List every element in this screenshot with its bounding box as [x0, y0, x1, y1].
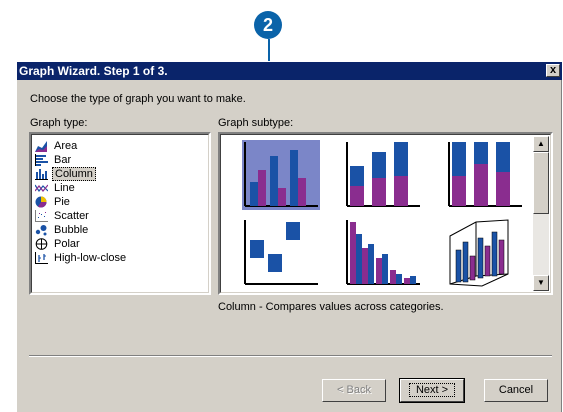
graph-type-label: Pie — [54, 196, 70, 208]
chevron-up-icon: ▲ — [537, 139, 545, 148]
cancel-button[interactable]: Cancel — [484, 379, 548, 402]
bar-chart-icon — [35, 154, 48, 166]
scroll-thumb[interactable] — [533, 152, 549, 214]
graph-type-item-area[interactable]: Area — [34, 139, 209, 153]
subtype-scrollbar[interactable]: ▲ ▼ — [533, 136, 549, 291]
graph-wizard-dialog: Graph Wizard. Step 1 of 3. x Choose the … — [16, 61, 562, 412]
area-chart-icon — [35, 141, 47, 152]
dialog-title: Graph Wizard. Step 1 of 3. — [19, 64, 168, 78]
graph-type-label: High-low-close — [54, 252, 127, 264]
back-button[interactable]: < Back — [322, 379, 386, 402]
graph-type-label: Area — [54, 140, 78, 152]
graph-type-label: Graph type: — [30, 117, 88, 129]
title-bar: Graph Wizard. Step 1 of 3. x — [17, 62, 562, 80]
graph-type-label: Line — [54, 182, 75, 194]
graph-subtype-label: Graph subtype: — [218, 117, 294, 129]
graph-type-label: Polar — [54, 238, 80, 250]
pie-chart-icon — [35, 196, 47, 208]
divider-highlight — [29, 356, 552, 357]
line-chart-icon — [35, 184, 48, 193]
graph-type-item-pie[interactable]: Pie — [34, 195, 209, 209]
graph-type-label: Bar — [54, 154, 72, 166]
subtype-3d-column[interactable] — [446, 218, 524, 288]
high-low-close-icon — [35, 252, 48, 264]
bubble-chart-icon — [35, 225, 47, 236]
subtype-clustered-column[interactable] — [242, 140, 320, 210]
graph-type-item-scatter[interactable]: Scatter — [34, 209, 209, 223]
graph-type-label: Bubble — [54, 224, 89, 236]
graph-type-item-line[interactable]: Line — [34, 181, 209, 195]
graph-type-label: Column — [52, 167, 96, 181]
subtype-floating-column[interactable] — [242, 218, 320, 288]
graph-type-item-column[interactable]: Column — [34, 167, 209, 181]
scroll-down-button[interactable]: ▼ — [533, 275, 549, 291]
graph-type-item-bar[interactable]: Bar — [34, 153, 209, 167]
scatter-chart-icon — [35, 210, 48, 222]
graph-type-item-high-low-close[interactable]: High-low-close — [34, 251, 209, 265]
subtype-description: Column - Compares values across categori… — [218, 301, 444, 313]
polar-chart-icon — [35, 238, 48, 250]
chevron-down-icon: ▼ — [537, 278, 545, 287]
graph-subtype-gallery[interactable]: ▲ ▼ — [218, 132, 553, 295]
prompt-text: Choose the type of graph you want to mak… — [30, 93, 246, 105]
column-chart-icon — [35, 169, 48, 180]
step-callout-badge: 2 — [254, 11, 282, 39]
graph-type-list[interactable]: Area Bar Column Line Pie Scatter Bubble — [29, 132, 211, 295]
next-button-label: Next > — [408, 383, 456, 397]
graph-type-label: Scatter — [54, 210, 89, 222]
graph-type-item-polar[interactable]: Polar — [34, 237, 209, 251]
subtype-stacked-column[interactable] — [344, 140, 422, 210]
next-button[interactable]: Next > — [399, 378, 465, 403]
subtype-stepped-column[interactable] — [344, 218, 422, 288]
close-button[interactable]: x — [546, 64, 560, 77]
subtype-percent-stacked-column[interactable] — [446, 140, 524, 210]
scroll-up-button[interactable]: ▲ — [533, 136, 549, 152]
graph-type-item-bubble[interactable]: Bubble — [34, 223, 209, 237]
